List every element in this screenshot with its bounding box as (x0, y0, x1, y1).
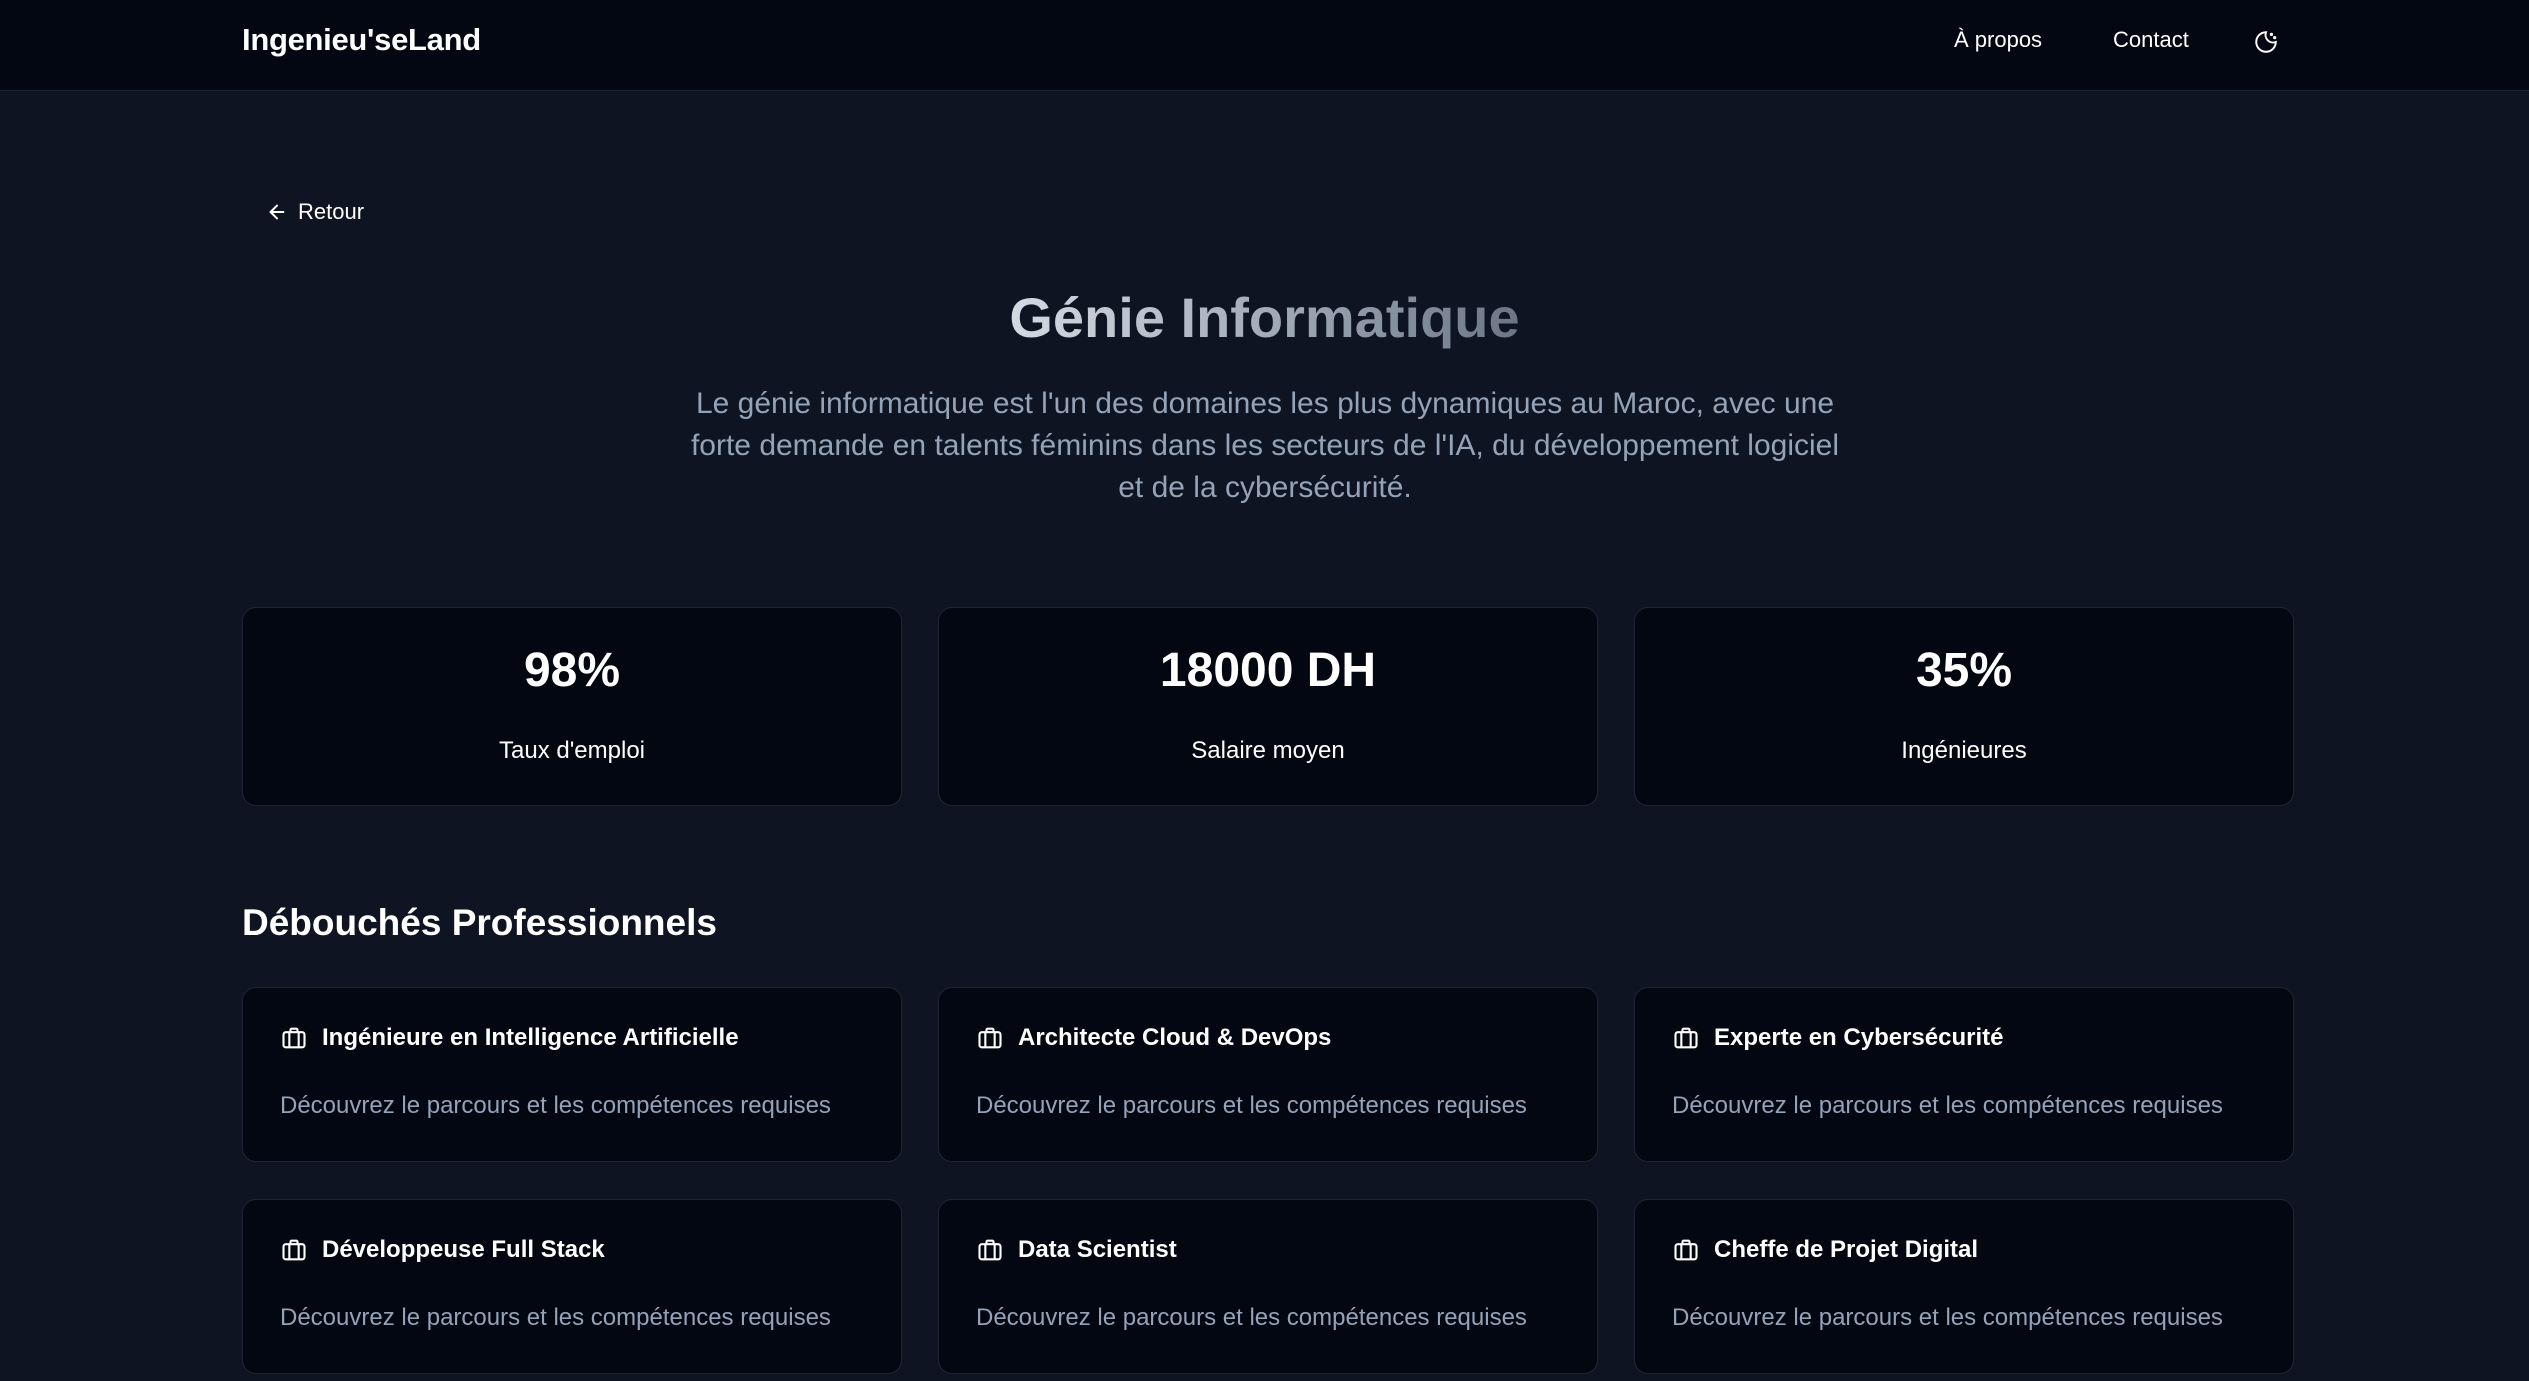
nav-link-contact[interactable]: Contact (2113, 27, 2189, 53)
career-card[interactable]: Architecte Cloud & DevOps Découvrez le pa… (938, 987, 1598, 1162)
career-description: Découvrez le parcours et les compétences… (976, 1304, 1527, 1331)
career-title: Experte en Cybersécurité (1714, 1024, 2004, 1051)
theme-toggle-button[interactable] (2248, 24, 2284, 60)
career-card-header: Architecte Cloud & DevOps (976, 1024, 1331, 1052)
briefcase-icon (978, 1027, 1002, 1049)
page-title: Génie Informatique (1009, 286, 1520, 349)
hero-title-wrap: Génie Informatique (0, 285, 2529, 350)
briefcase-icon (1674, 1239, 1698, 1261)
stat-card-salary: 18000 DH Salaire moyen (938, 607, 1598, 806)
career-card-header: Data Scientist (976, 1236, 1177, 1264)
nav-link-about[interactable]: À propos (1954, 27, 2042, 53)
career-card[interactable]: Ingénieure en Intelligence Artificielle D… (242, 987, 902, 1162)
hero-description: Le génie informatique est l'un des domai… (690, 387, 1840, 504)
arrow-left-icon (269, 204, 285, 220)
stat-label: Taux d'emploi (499, 737, 645, 764)
briefcase-icon (282, 1239, 306, 1261)
career-card[interactable]: Data Scientist Découvrez le parcours et l… (938, 1199, 1598, 1374)
stat-card-employment: 98% Taux d'emploi (242, 607, 902, 806)
career-card[interactable]: Experte en Cybersécurité Découvrez le par… (1634, 987, 2294, 1162)
career-card-header: Cheffe de Projet Digital (1672, 1236, 1978, 1264)
career-description: Découvrez le parcours et les compétences… (1672, 1304, 2223, 1331)
career-card[interactable]: Développeuse Full Stack Découvrez le parc… (242, 1199, 902, 1374)
stat-card-engineers: 35% Ingénieures (1634, 607, 2294, 806)
career-title: Cheffe de Projet Digital (1714, 1236, 1979, 1263)
career-description: Découvrez le parcours et les compétences… (976, 1092, 1527, 1119)
career-description: Découvrez le parcours et les compétences… (280, 1092, 831, 1119)
back-link[interactable]: Retour (266, 199, 364, 225)
stat-value: 35% (1915, 644, 2013, 697)
briefcase-icon (282, 1027, 306, 1049)
career-description: Découvrez le parcours et les compétences… (280, 1304, 831, 1331)
briefcase-icon (1674, 1027, 1698, 1049)
careers-section-title: Débouchés Professionnels (242, 902, 717, 943)
career-card[interactable]: Cheffe de Projet Digital Découvrez le par… (1634, 1199, 2294, 1374)
career-title: Ingénieure en Intelligence Artificielle (322, 1024, 739, 1051)
stat-value: 18000 DH (1159, 644, 1377, 697)
back-label: Retour (298, 199, 365, 224)
brand-logo[interactable]: Ingenieu'seLand (242, 22, 481, 58)
briefcase-icon (978, 1239, 1002, 1261)
career-card-header: Ingénieure en Intelligence Artificielle (280, 1024, 739, 1052)
stat-label: Ingénieures (1901, 737, 2027, 764)
moon-sun-icon (2255, 31, 2277, 53)
career-description: Découvrez le parcours et les compétences… (1672, 1092, 2223, 1119)
career-title: Développeuse Full Stack (322, 1236, 605, 1263)
career-title: Architecte Cloud & DevOps (1018, 1024, 1332, 1051)
career-card-header: Développeuse Full Stack (280, 1236, 605, 1264)
stat-value: 98% (523, 644, 621, 697)
stat-label: Salaire moyen (1191, 737, 1345, 764)
career-title: Data Scientist (1018, 1236, 1177, 1263)
top-navbar: Ingenieu'seLand À propos Contact (0, 0, 2529, 91)
career-card-header: Experte en Cybersécurité (1672, 1024, 2003, 1052)
